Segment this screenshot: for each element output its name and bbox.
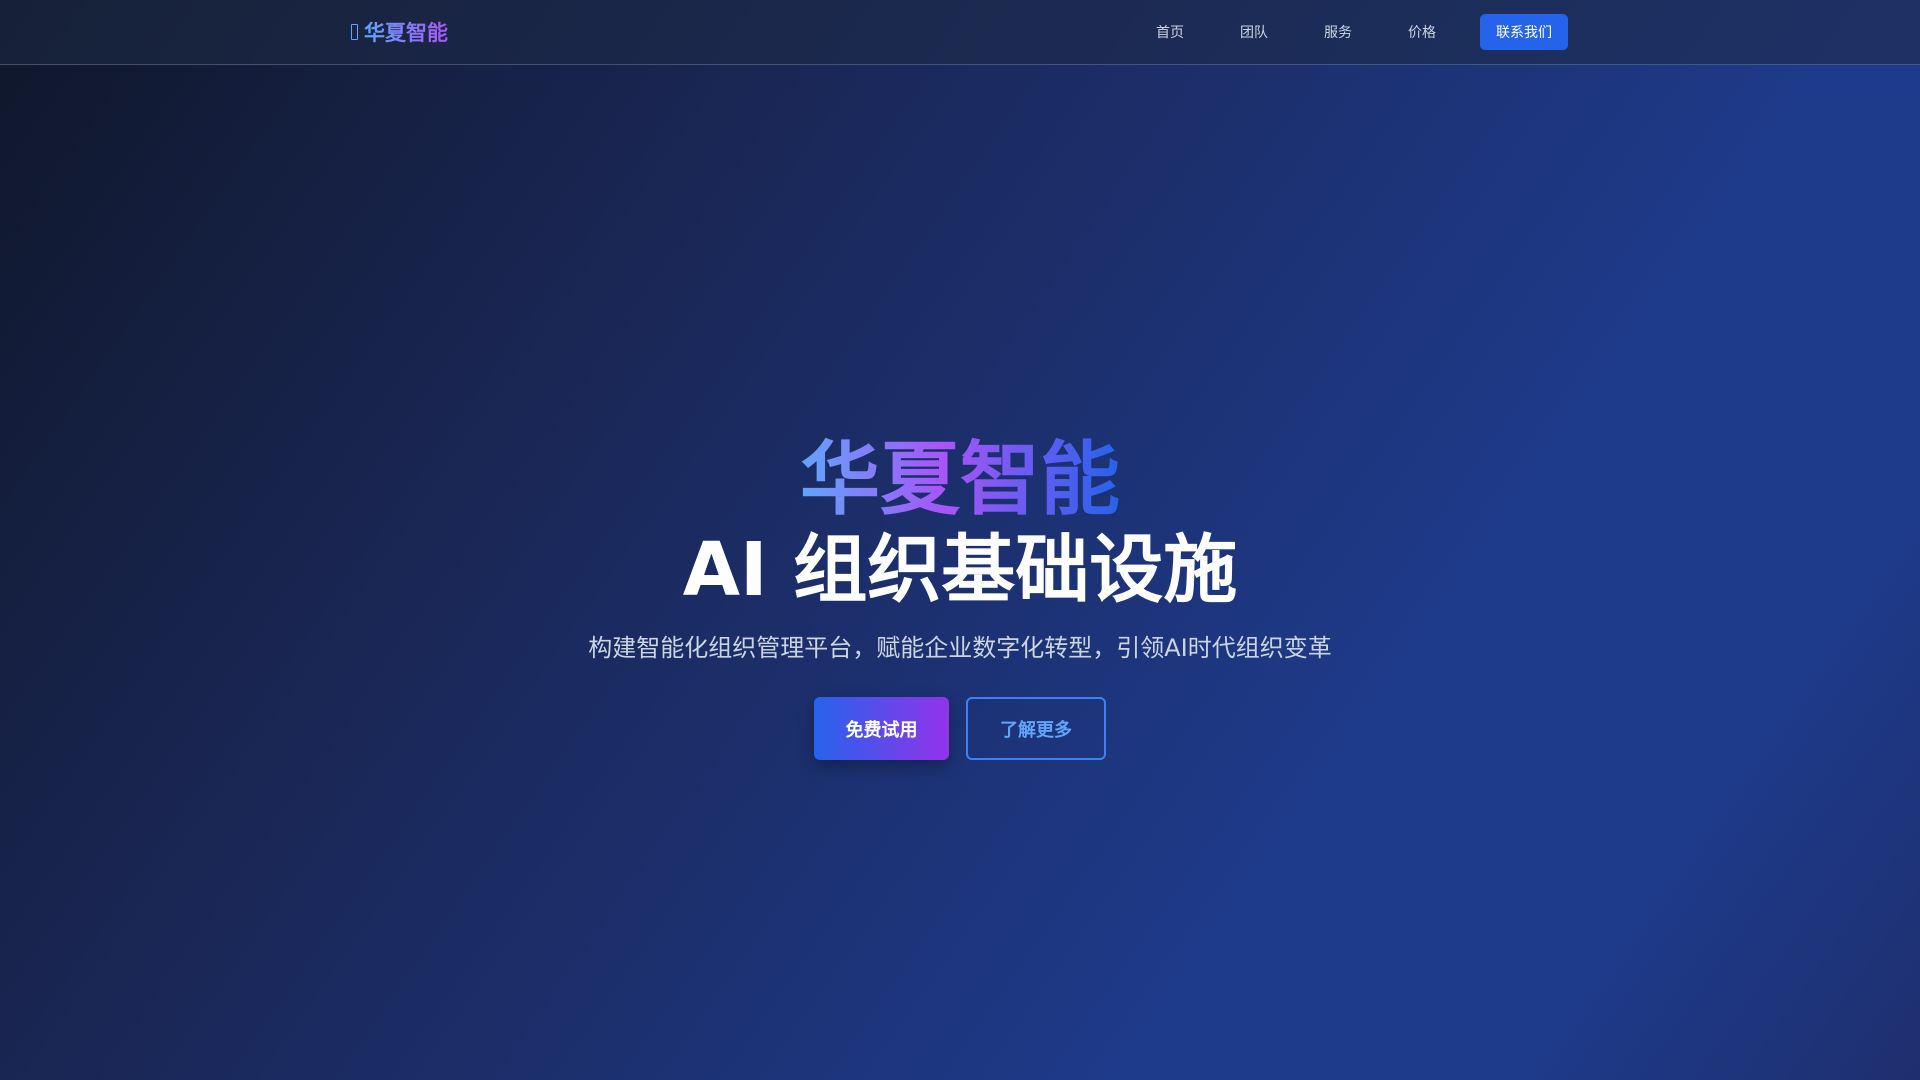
hero-description: 构建智能化组织管理平台，赋能企业数字化转型，引领AI时代组织变革 (588, 634, 1332, 662)
nav-link-services[interactable]: 服务 (1324, 22, 1352, 42)
nav-link-team[interactable]: 团队 (1240, 22, 1268, 42)
logo-icon (351, 24, 358, 40)
nav-link-pricing[interactable]: 价格 (1408, 22, 1436, 42)
navbar: 华夏智能 首页 团队 服务 价格 联系我们 (0, 0, 1920, 65)
hero-subtitle: AI 组织基础设施 (682, 527, 1238, 613)
free-trial-button[interactable]: 免费试用 (814, 697, 949, 760)
contact-us-button[interactable]: 联系我们 (1480, 14, 1568, 50)
hero-title: 华夏智能 (0, 435, 1920, 525)
logo-text: 华夏智能 (364, 17, 448, 47)
hero-title-text: 华夏智能 (800, 433, 1120, 526)
learn-more-button[interactable]: 了解更多 (966, 697, 1106, 760)
logo[interactable]: 华夏智能 (351, 17, 448, 47)
nav-link-home[interactable]: 首页 (1156, 22, 1184, 42)
